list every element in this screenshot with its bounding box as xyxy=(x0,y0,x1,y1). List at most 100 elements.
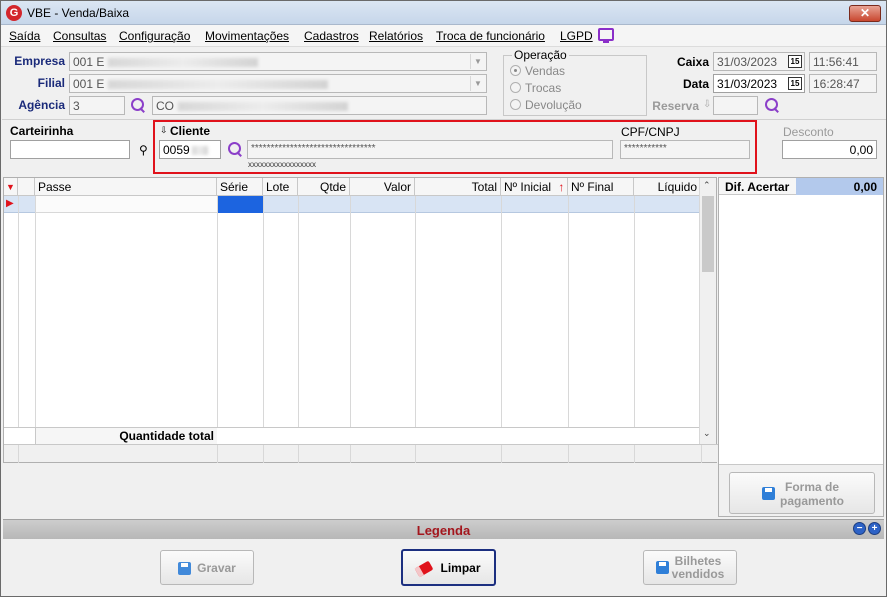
reserva-input[interactable] xyxy=(713,96,758,115)
radio-dot xyxy=(510,82,521,93)
legend-label: Legenda xyxy=(416,523,471,538)
sort-indicator-icon: ↑ xyxy=(558,180,565,194)
grid-divider xyxy=(18,196,19,444)
search-icon[interactable] xyxy=(227,141,243,157)
gravar-button[interactable]: Gravar xyxy=(160,550,254,585)
grid-header-indicator-icon: ▼ xyxy=(4,178,18,196)
passes-grid[interactable]: ▼ Passe Série Lote Qtde Valor Total Nº I… xyxy=(3,177,718,463)
bilhetes-vendidos-button[interactable]: Bilhetes vendidos xyxy=(643,550,737,585)
grid-header-passe[interactable]: Passe xyxy=(35,178,217,196)
grid-header-valor[interactable]: Valor xyxy=(350,178,415,196)
scroll-thumb[interactable] xyxy=(702,196,714,272)
agencia-label: Agência xyxy=(18,98,65,112)
selected-cell[interactable] xyxy=(217,196,263,213)
calendar-icon[interactable]: 15 xyxy=(788,77,802,90)
caixa-label: Caixa xyxy=(676,55,709,69)
agencia-code-input[interactable]: 3 xyxy=(69,96,125,115)
menu-configuracao[interactable]: Configuração xyxy=(119,29,190,43)
cliente-code-input[interactable]: 0059 xyxy=(159,140,221,159)
data-label: Data xyxy=(682,77,709,91)
filial-label: Filial xyxy=(37,76,65,90)
grid-divider xyxy=(634,196,635,444)
legend-bar[interactable]: Legenda − + xyxy=(3,519,884,539)
chevron-up-icon[interactable]: ⌃ xyxy=(703,180,711,191)
filial-select[interactable]: 001 E ▼ xyxy=(69,74,487,93)
grid-divider xyxy=(217,445,218,463)
window-title: VBE - Venda/Baixa xyxy=(27,6,130,20)
carteirinha-input[interactable] xyxy=(10,140,130,159)
menu-lgpd[interactable]: LGPD xyxy=(560,29,593,43)
close-button[interactable]: ✕ xyxy=(849,5,881,22)
zoom-out-icon[interactable]: − xyxy=(853,522,866,535)
radio-dot xyxy=(510,65,521,76)
grid-header-total[interactable]: Total xyxy=(415,178,501,196)
grid-header-liquido[interactable]: Líquido xyxy=(634,178,701,196)
empresa-label: Empresa xyxy=(14,54,65,68)
dif-acertar-value: 0,00 xyxy=(796,178,883,195)
radio-trocas[interactable]: Trocas xyxy=(510,81,561,95)
grid-header-n-final[interactable]: Nº Final xyxy=(568,178,634,196)
menu-consultas[interactable]: Consultas xyxy=(53,29,106,43)
floppy-disk-icon xyxy=(656,561,669,574)
grid-header-n-inicial[interactable]: Nº Inicial ↑ xyxy=(501,178,568,196)
radio-vendas[interactable]: Vendas xyxy=(510,64,565,78)
empresa-select[interactable]: 001 E ▼ xyxy=(69,52,487,71)
blurred-text xyxy=(191,146,208,156)
monitor-icon[interactable] xyxy=(598,28,614,43)
menu-relatorios[interactable]: Relatórios xyxy=(369,29,423,43)
blurred-text xyxy=(178,102,348,112)
floppy-disk-icon xyxy=(178,562,192,576)
reserva-label: Reserva xyxy=(652,99,699,113)
gravar-label: Gravar xyxy=(197,561,236,575)
vertical-scrollbar[interactable]: ⌃ ⌄ xyxy=(699,178,716,444)
limpar-label: Limpar xyxy=(440,561,481,575)
cliente-name-field: ******************************** xyxy=(247,140,613,159)
radio-trocas-label: Trocas xyxy=(525,81,562,95)
grid-divider xyxy=(35,196,36,444)
blurred-text xyxy=(108,80,329,90)
menu-movimentacoes[interactable]: Movimentações xyxy=(205,29,289,43)
grid-header-qtde[interactable]: Qtde xyxy=(298,178,350,196)
data-time-field: 16:28:47 xyxy=(809,74,877,93)
grid-divider xyxy=(568,445,569,463)
menu-saida[interactable]: Saída xyxy=(9,29,40,43)
title-bar: G VBE - Venda/Baixa ✕ xyxy=(1,1,886,25)
binoculars-icon[interactable]: ⚲ xyxy=(139,143,148,157)
grid-divider xyxy=(217,196,218,444)
floppy-disk-icon xyxy=(762,487,775,500)
grid-divider xyxy=(263,445,264,463)
search-icon[interactable] xyxy=(764,97,780,113)
grid-divider xyxy=(568,196,569,444)
limpar-button[interactable]: Limpar xyxy=(401,549,496,586)
cliente-code-value: 0059 xyxy=(163,143,190,157)
desconto-input[interactable]: 0,00 xyxy=(782,140,877,159)
desconto-label: Desconto xyxy=(783,125,834,139)
cliente-label: Cliente xyxy=(170,124,211,138)
grid-header-lote[interactable]: Lote xyxy=(263,178,298,196)
search-icon[interactable] xyxy=(130,97,146,113)
chevron-down-icon[interactable]: ▼ xyxy=(470,54,485,69)
chevron-down-icon[interactable]: ▼ xyxy=(470,76,485,91)
radio-devolucao[interactable]: Devolução xyxy=(510,98,582,112)
menu-troca-funcionario[interactable]: Troca de funcionário xyxy=(436,29,545,43)
app-logo-icon: G xyxy=(6,5,22,21)
grid-divider xyxy=(350,445,351,463)
grid-header-blank xyxy=(18,178,35,196)
forma-pagamento-button[interactable]: Forma de pagamento xyxy=(729,472,875,514)
chevron-down-icon[interactable]: ⌄ xyxy=(703,428,711,439)
menu-cadastros[interactable]: Cadastros xyxy=(304,29,359,43)
sort-arrow-icon: ⇩ xyxy=(703,99,712,110)
cliente-sub-text: xxxxxxxxxxxxxxxxx xyxy=(248,160,316,169)
zoom-in-icon[interactable]: + xyxy=(868,522,881,535)
radio-vendas-label: Vendas xyxy=(525,64,566,78)
data-date-value: 31/03/2023 xyxy=(717,77,778,91)
grid-divider xyxy=(298,196,299,444)
passe-cell[interactable] xyxy=(35,196,217,213)
grid-divider xyxy=(701,445,702,463)
grid-header-serie[interactable]: Série xyxy=(217,178,263,196)
agencia-desc-input: CO xyxy=(152,96,487,115)
grid-divider xyxy=(501,196,502,444)
grid-divider xyxy=(501,445,502,463)
carteirinha-label: Carteirinha xyxy=(10,124,74,138)
calendar-icon[interactable]: 15 xyxy=(788,55,802,68)
